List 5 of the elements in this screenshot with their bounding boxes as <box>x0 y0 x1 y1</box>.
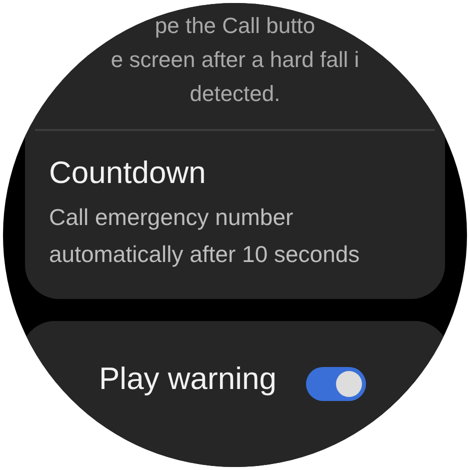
setting-title: Play warning <box>99 360 276 398</box>
note-text: pe the Call butto e screen after a hard fall i detected. <box>110 12 360 108</box>
toggle-switch[interactable] <box>306 367 366 401</box>
setting-title: Countdown <box>49 154 207 192</box>
setting-description: Call emergency number automatically after 10 seconds <box>49 203 361 269</box>
